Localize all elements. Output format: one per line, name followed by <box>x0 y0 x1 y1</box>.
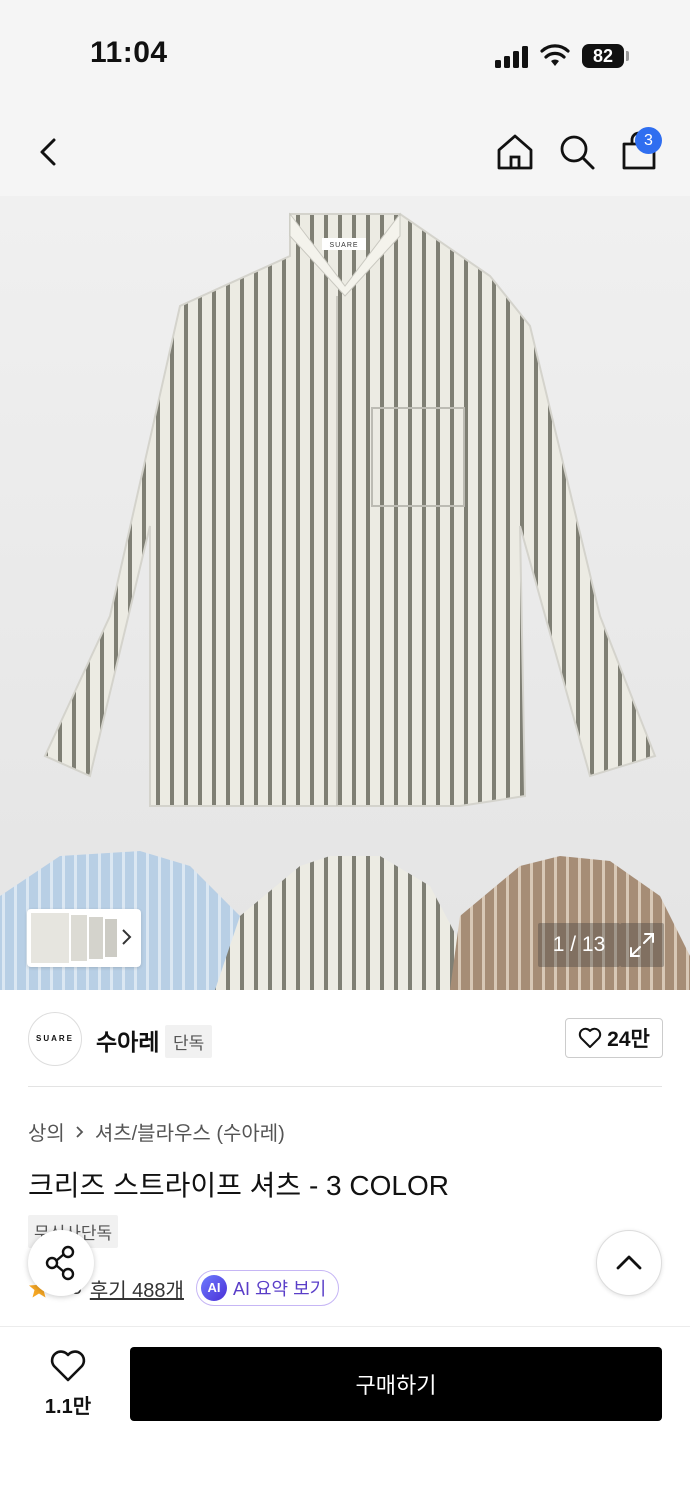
breadcrumb: 상의 셔츠/블라우스 (수아레) <box>28 1117 285 1146</box>
review-count-link[interactable]: 후기 488개 <box>90 1274 184 1303</box>
ai-summary-label: AI 요약 보기 <box>232 1279 327 1299</box>
bottom-action-bar: 1.1만 구매하기 <box>0 1326 690 1500</box>
chevron-right-icon <box>76 1125 84 1138</box>
status-time: 11:04 <box>90 36 168 69</box>
chevron-right-icon <box>122 929 132 945</box>
heart-icon <box>578 1027 602 1048</box>
back-arrow-icon[interactable] <box>28 130 72 174</box>
share-button[interactable] <box>28 1230 94 1296</box>
brand-name[interactable]: 수아레 <box>96 1023 159 1057</box>
product-title: 크리즈 스트라이프 셔츠 - 3 COLOR <box>28 1170 449 1201</box>
heart-icon <box>50 1350 86 1382</box>
product-image-gallery[interactable]: SUARE 1 / 13 <box>0 196 690 990</box>
thumbnail-strip-button[interactable] <box>27 909 141 967</box>
brand-like-count: 24만 <box>607 1028 650 1051</box>
shirt-label-text: SUARE <box>329 242 358 249</box>
scroll-top-button[interactable] <box>596 1230 662 1296</box>
search-icon[interactable] <box>555 130 599 174</box>
wishlist-count: 1.1만 <box>44 1396 92 1418</box>
status-bar: 11:04 82 <box>0 0 690 110</box>
battery-tip <box>626 51 629 61</box>
thumbnail-images <box>31 913 117 963</box>
battery-icon: 82 <box>582 44 624 68</box>
cart-badge: 3 <box>635 127 662 154</box>
ai-summary-button[interactable]: AI AI 요약 보기 <box>195 1270 340 1306</box>
chevron-up-icon <box>616 1255 642 1270</box>
signal-icon <box>495 46 529 68</box>
home-icon[interactable] <box>493 130 537 174</box>
wifi-icon <box>540 44 570 66</box>
top-nav <box>0 110 690 196</box>
divider <box>28 1086 662 1087</box>
wishlist-button[interactable]: 1.1만 <box>30 1349 106 1418</box>
brand-like-button[interactable]: 24만 <box>565 1018 663 1058</box>
brand-exclusive-tag: 단독 <box>165 1025 213 1058</box>
ai-badge-icon: AI <box>200 1275 227 1301</box>
share-icon <box>45 1245 75 1281</box>
breadcrumb-subcategory[interactable]: 셔츠/블라우스 (수아레) <box>95 1117 285 1146</box>
image-counter: 1 / 13 <box>538 923 620 967</box>
expand-icon[interactable] <box>620 923 664 967</box>
buy-button[interactable]: 구매하기 <box>130 1347 662 1421</box>
brand-logo[interactable]: SUARE <box>28 1012 82 1066</box>
brand-row: SUARE 수아레 단독 24만 <box>0 990 690 1088</box>
product-main-image: SUARE <box>0 212 690 990</box>
breadcrumb-category[interactable]: 상의 <box>28 1117 65 1146</box>
